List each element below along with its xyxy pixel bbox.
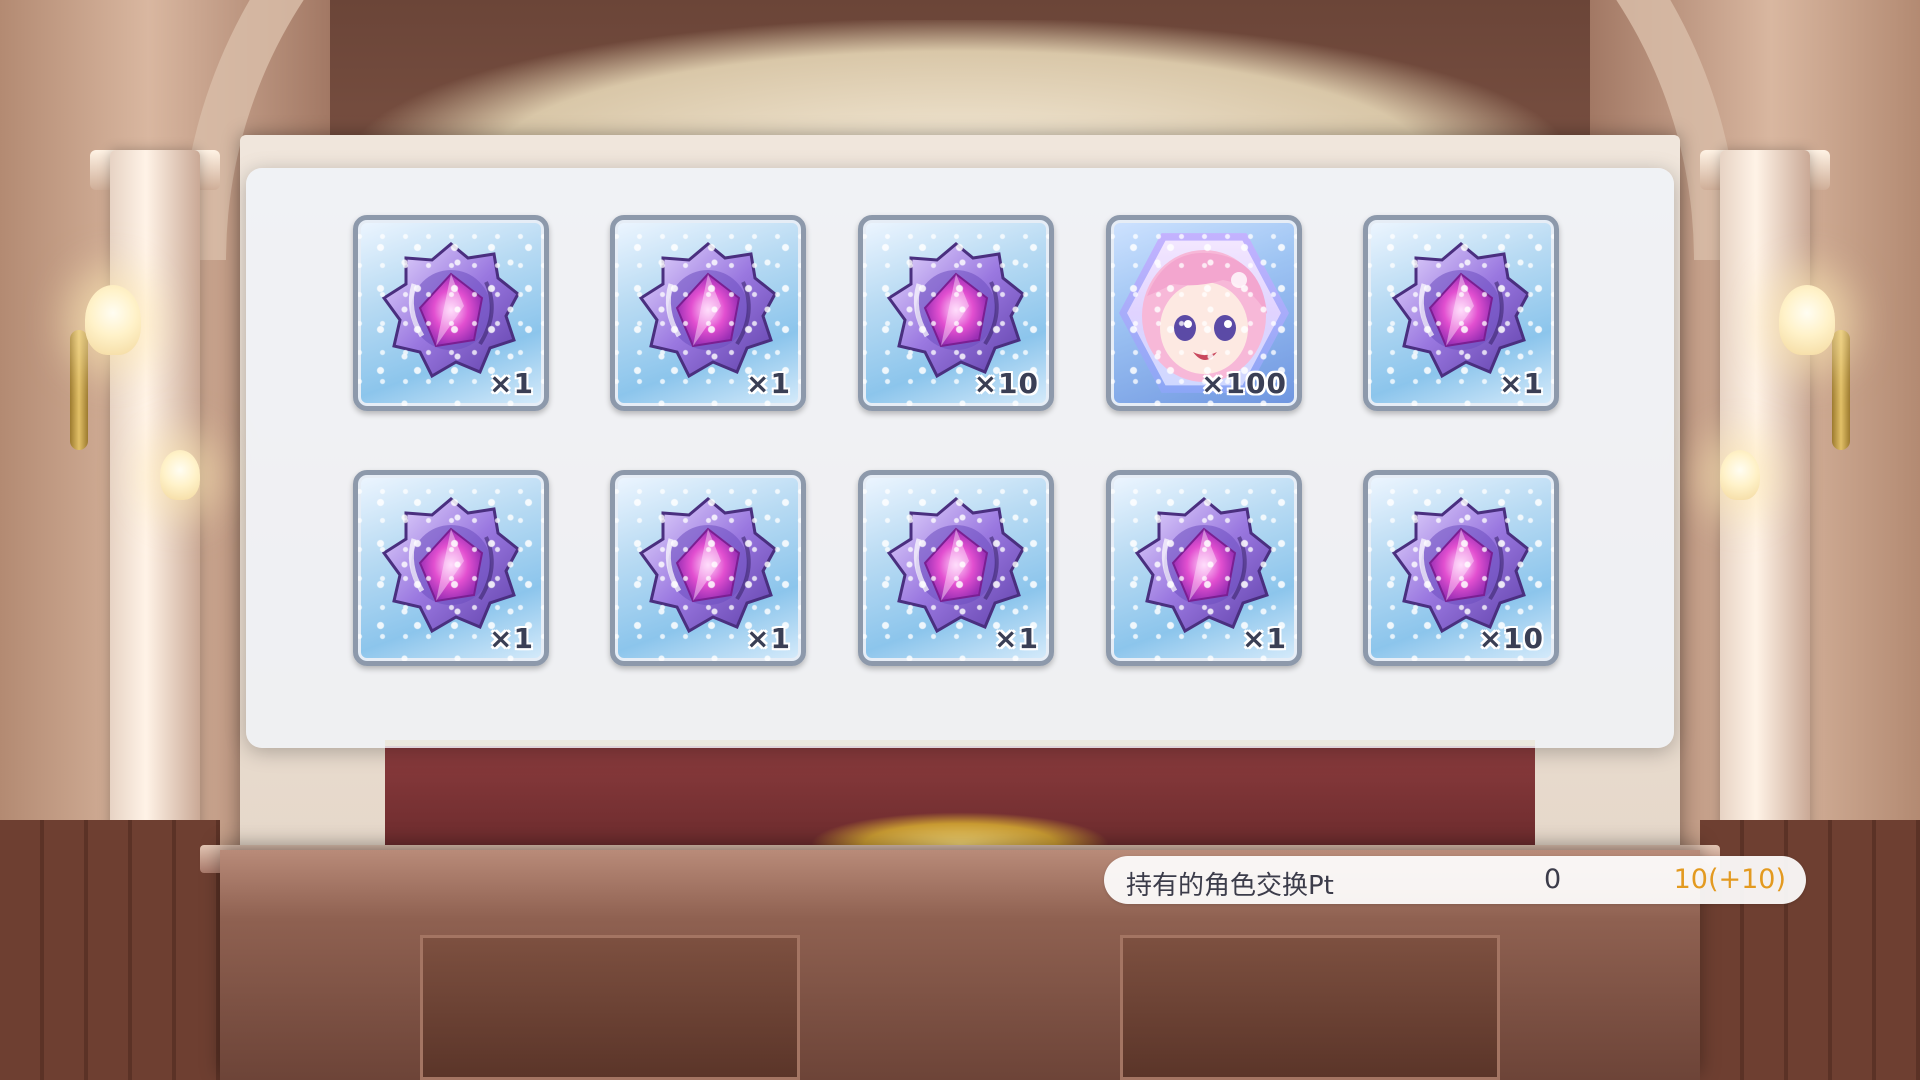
wall-lamp-right-small: [1720, 450, 1760, 500]
gacha-result-panel: ×1 ×1 ×10 ×100 ×1 ×1 ×1 ×1 ×1 ×10 持有的角色交换Pt 0 10(…: [246, 168, 1806, 904]
reward-item-card[interactable]: ×1: [1363, 215, 1559, 411]
item-quantity: ×1: [746, 622, 791, 655]
exchange-points-current: 0: [1544, 864, 1562, 895]
reward-item-card[interactable]: ×1: [1106, 470, 1302, 666]
wall-lamp-left-small: [160, 450, 200, 500]
reward-item-card[interactable]: ×1: [353, 215, 549, 411]
item-quantity: ×1: [994, 622, 1039, 655]
item-quantity: ×1: [1499, 367, 1544, 400]
reward-item-card[interactable]: ×1: [858, 470, 1054, 666]
item-quantity: ×10: [973, 367, 1039, 400]
reward-item-card[interactable]: ×10: [1363, 470, 1559, 666]
counter-panel-right: [1120, 935, 1500, 1080]
reward-item-card[interactable]: ×1: [610, 470, 806, 666]
reward-item-card[interactable]: ×1: [610, 215, 806, 411]
pillar-right: [1720, 150, 1810, 870]
item-quantity: ×1: [489, 367, 534, 400]
wall-lamp-right: [1779, 285, 1835, 355]
exchange-points-after: 10(+10): [1673, 864, 1786, 895]
item-quantity: ×1: [746, 367, 791, 400]
item-quantity: ×100: [1201, 367, 1287, 400]
exchange-points-bar: 持有的角色交换Pt 0 10(+10): [1104, 856, 1806, 904]
exchange-points-label: 持有的角色交换Pt: [1126, 871, 1334, 901]
item-quantity: ×1: [489, 622, 534, 655]
wall-lamp-left: [85, 285, 141, 355]
item-quantity: ×10: [1478, 622, 1544, 655]
game-scene: ×1 ×1 ×10 ×100 ×1 ×1 ×1 ×1 ×1 ×10 持有的角色交换Pt 0 10(…: [0, 0, 1920, 1080]
item-quantity: ×1: [1242, 622, 1287, 655]
reward-item-card[interactable]: ×100: [1106, 215, 1302, 411]
counter-panel-left: [420, 935, 800, 1080]
pillar-left: [110, 150, 200, 870]
reward-item-card[interactable]: ×10: [858, 215, 1054, 411]
lamp-arm-left: [70, 330, 88, 450]
reward-item-card[interactable]: ×1: [353, 470, 549, 666]
wainscot-left: [0, 820, 220, 1080]
lamp-arm-right: [1832, 330, 1850, 450]
